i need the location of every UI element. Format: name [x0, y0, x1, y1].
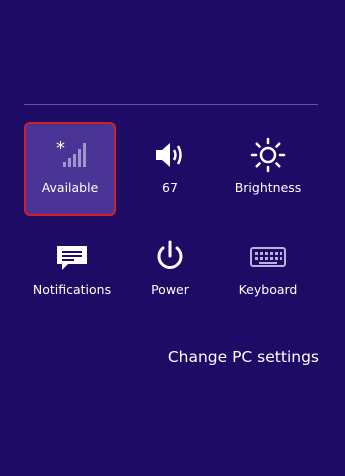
network-tile-label: Available: [41, 180, 99, 195]
power-tile[interactable]: Power: [124, 224, 216, 318]
volume-tile[interactable]: 67: [124, 122, 216, 216]
notifications-message-icon: [26, 240, 118, 274]
brightness-tile[interactable]: Brightness: [222, 122, 314, 216]
notifications-tile[interactable]: Notifications: [26, 224, 118, 318]
network-tile[interactable]: * Available: [24, 122, 116, 216]
change-pc-settings-link[interactable]: Change PC settings: [168, 348, 319, 366]
svg-text:*: *: [56, 140, 65, 159]
keyboard-tile[interactable]: Keyboard: [222, 224, 314, 318]
brightness-tile-label: Brightness: [234, 180, 302, 195]
brightness-sun-icon: [222, 137, 314, 173]
settings-divider: [24, 104, 318, 105]
keyboard-tile-label: Keyboard: [238, 282, 298, 297]
volume-icon: [124, 138, 216, 172]
power-icon: [124, 240, 216, 274]
network-signal-icon: *: [26, 138, 114, 172]
keyboard-icon: [222, 240, 314, 274]
